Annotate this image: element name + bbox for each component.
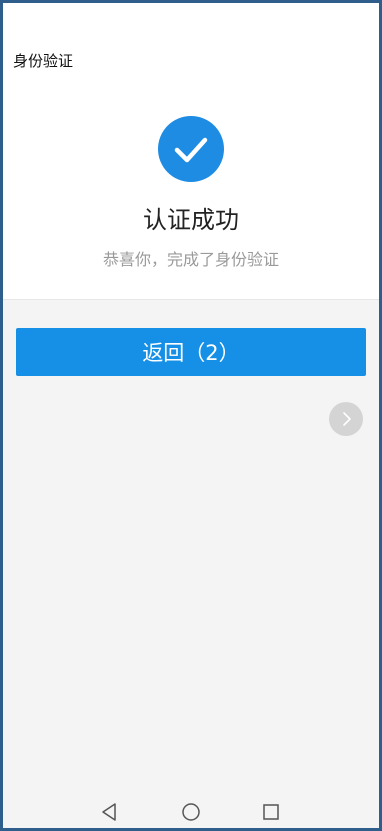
nav-recents-button[interactable] [259, 800, 283, 824]
chevron-right-icon [343, 412, 351, 426]
square-recents-icon [263, 804, 279, 820]
app-window: 身份验证 认证成功 恭喜你，完成了身份验证 返回（2） [0, 0, 382, 831]
floating-next-button[interactable] [329, 402, 363, 436]
check-circle-icon [158, 116, 224, 182]
result-panel: 身份验证 认证成功 恭喜你，完成了身份验证 [3, 3, 379, 300]
system-nav-bar [3, 790, 379, 828]
nav-home-button[interactable] [179, 800, 203, 824]
nav-back-button[interactable] [98, 800, 122, 824]
circle-home-icon [182, 803, 200, 821]
page-title: 身份验证 [13, 52, 74, 70]
result-title: 认证成功 [143, 206, 239, 234]
result-subtitle: 恭喜你，完成了身份验证 [102, 250, 279, 269]
triangle-back-icon [102, 803, 116, 821]
back-button[interactable]: 返回（2） [16, 328, 366, 376]
